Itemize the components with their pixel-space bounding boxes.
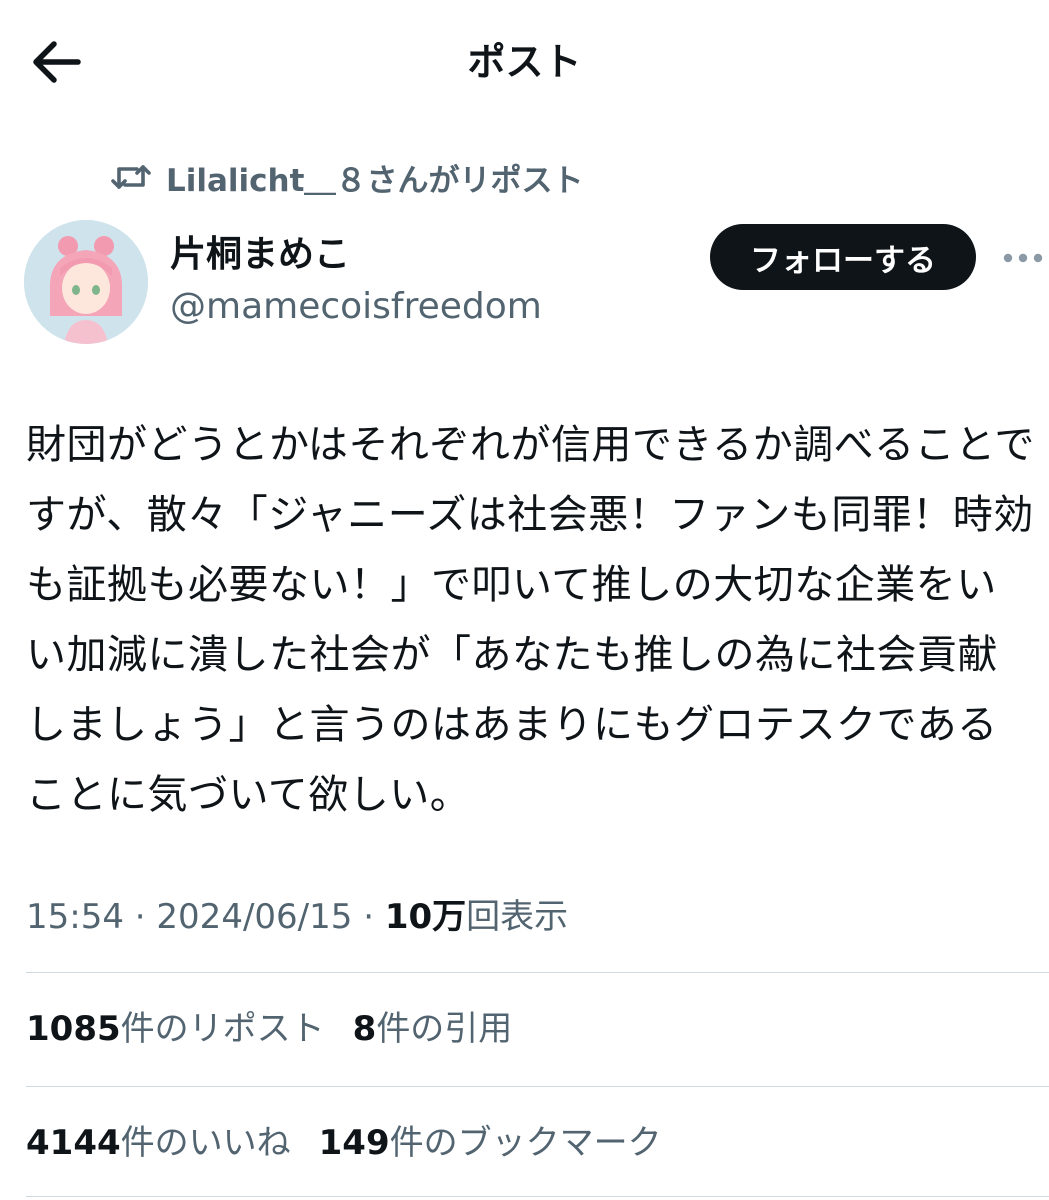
avatar[interactable]: [24, 220, 148, 344]
likes-stat[interactable]: 4144件のいいね: [26, 1123, 291, 1163]
page-title: ポスト: [467, 40, 582, 84]
follow-button[interactable]: フォローする: [710, 224, 976, 290]
repost-context-text: Lilalicht＿８さんがリポスト: [166, 162, 584, 199]
bookmarks-label: 件のブックマーク: [389, 1123, 662, 1163]
repost-icon: [111, 165, 151, 189]
bookmarks-count: 149: [318, 1123, 390, 1163]
meta-separator: ·: [352, 897, 385, 937]
reposts-label: 件のリポスト: [120, 1009, 325, 1049]
post-text: 財団がどうとかはそれぞれが信用できるか調べることですが、散々「ジャニーズは社会悪…: [26, 422, 1035, 818]
bookmarks-stat[interactable]: 149件のブックマーク: [319, 1123, 662, 1163]
more-horizontal-icon: [1003, 253, 1043, 263]
views-count: 10万: [384, 897, 467, 937]
meta-separator: ·: [123, 897, 157, 937]
divider: [26, 1196, 1049, 1197]
post-time[interactable]: 15:54: [26, 897, 124, 937]
stats-row-reposts: 1085件のリポスト 8件の引用: [26, 1002, 512, 1056]
divider: [26, 972, 1049, 973]
repost-context[interactable]: Lilalicht＿８さんがリポスト: [110, 152, 583, 202]
stats-row-likes: 4144件のいいね 149件のブックマーク: [26, 1116, 662, 1170]
divider: [26, 1086, 1049, 1087]
likes-count: 4144: [26, 1123, 121, 1163]
post-date[interactable]: 2024/06/15: [156, 897, 352, 937]
quotes-stat[interactable]: 8件の引用: [353, 1009, 513, 1049]
likes-label: 件のいいね: [120, 1123, 291, 1163]
quotes-label: 件の引用: [376, 1009, 513, 1049]
reposts-stat[interactable]: 1085件のリポスト: [26, 1009, 325, 1049]
quotes-count: 8: [352, 1009, 377, 1049]
reposts-count: 1085: [26, 1009, 121, 1049]
avatar-image: [24, 220, 148, 344]
more-button[interactable]: [1000, 240, 1046, 276]
post-meta: 15:54 · 2024/06/15 · 10万回表示: [26, 890, 568, 944]
views-label: 回表示: [466, 897, 569, 937]
author-display-name[interactable]: 片桐まめこ: [170, 232, 350, 278]
author-handle[interactable]: @mamecoisfreedom: [170, 284, 542, 330]
